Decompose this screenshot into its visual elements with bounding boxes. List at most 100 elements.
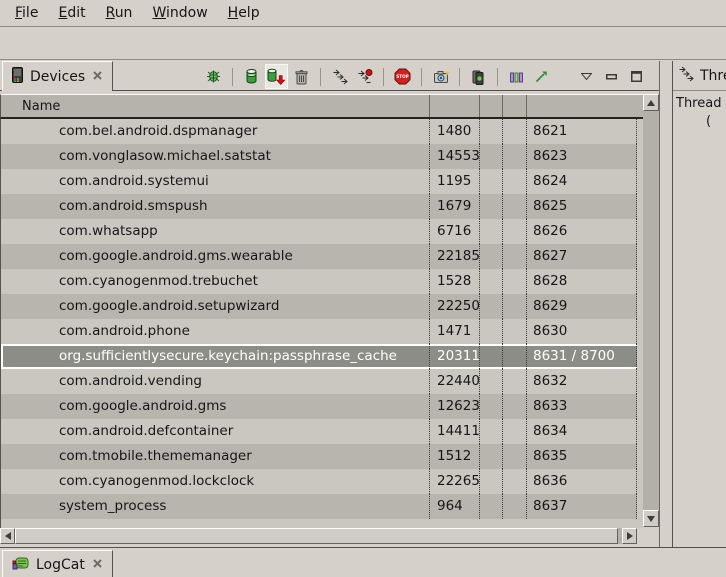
empty-cell: [503, 444, 527, 469]
pid-cell: 1480: [430, 119, 480, 144]
scroll-left-button[interactable]: [0, 528, 15, 544]
table-row[interactable]: com.android.smspush 1679 8625: [1, 194, 638, 219]
process-name-cell: com.whatsapp: [1, 219, 430, 244]
logcat-icon: [12, 555, 29, 575]
toolbar-separator: [232, 68, 233, 86]
port-cell: 8633: [527, 394, 637, 419]
table-row[interactable]: com.tmobile.thememanager 1512 8635: [1, 444, 638, 469]
close-icon[interactable]: [92, 557, 103, 573]
process-name-cell: com.cyanogenmod.trebuchet: [1, 269, 430, 294]
column-header-name[interactable]: Name: [1, 95, 430, 117]
sysinfo-icon[interactable]: [506, 65, 527, 88]
maximize-icon[interactable]: [626, 65, 647, 88]
port-cell: 8621: [527, 119, 637, 144]
menu-item[interactable]: Run: [101, 3, 138, 23]
process-name-cell: com.android.smspush: [1, 194, 430, 219]
table-body: com.bel.android.dspmanager 1480 8621 com…: [0, 119, 643, 528]
port-cell: 8627: [527, 244, 637, 269]
table-row[interactable]: com.android.vending 22440 8632: [1, 369, 638, 394]
svg-text:STOP: STOP: [396, 74, 409, 79]
port-cell: 8624: [527, 169, 637, 194]
toolbar-separator: [497, 68, 498, 86]
menu-item[interactable]: File: [10, 3, 43, 23]
close-icon[interactable]: [92, 69, 103, 85]
pid-cell: 20311: [430, 344, 480, 369]
devices-tab-row: Devices: [0, 61, 659, 91]
pid-cell: 964: [430, 494, 480, 519]
table-row[interactable]: com.cyanogenmod.trebuchet 1528 8628: [1, 269, 638, 294]
chart-icon[interactable]: [531, 65, 552, 88]
port-cell: 8634: [527, 419, 637, 444]
screen-record-icon[interactable]: [468, 65, 489, 88]
table-row[interactable]: com.google.android.gms 12623 8633: [1, 394, 638, 419]
tab-threads-label: Threads: [700, 68, 726, 84]
empty-cell: [480, 144, 503, 169]
table-row[interactable]: com.android.defcontainer 14411 8634: [1, 419, 638, 444]
empty-cell: [480, 219, 503, 244]
empty-cell: [480, 494, 503, 519]
menu-item[interactable]: Edit: [53, 3, 90, 23]
threads-message-line2: (: [676, 113, 726, 131]
port-cell: 8630: [527, 319, 637, 344]
process-name-cell: com.vonglasow.michael.satstat: [1, 144, 430, 169]
update-threads-icon[interactable]: [329, 65, 350, 88]
column-header-port[interactable]: [527, 95, 643, 117]
scroll-right-button[interactable]: [622, 528, 637, 544]
horizontal-scrollbar[interactable]: [0, 528, 637, 544]
empty-cell: [503, 119, 527, 144]
tab-threads[interactable]: Threads: [673, 61, 726, 91]
threads-message-line1: Thread up: [676, 95, 726, 113]
port-cell: 8636: [527, 469, 637, 494]
table-row[interactable]: com.whatsapp 6716 8626: [1, 219, 638, 244]
table-row[interactable]: com.cyanogenmod.lockclock 22265 8636: [1, 469, 638, 494]
table-row[interactable]: org.sufficientlysecure.keychain:passphra…: [1, 344, 642, 369]
port-cell: 8628: [527, 269, 637, 294]
port-cell: 8631 / 8700: [527, 344, 637, 369]
empty-cell: [503, 419, 527, 444]
empty-cell: [480, 469, 503, 494]
table-row[interactable]: com.android.phone 1471 8630: [1, 319, 638, 344]
port-cell: 8637: [527, 494, 637, 519]
menu-item[interactable]: Help: [223, 3, 265, 23]
start-profiling-icon[interactable]: [354, 65, 375, 88]
tab-logcat[interactable]: LogCat: [2, 550, 113, 577]
empty-cell: [503, 144, 527, 169]
empty-toolbar-strip: [0, 28, 726, 60]
process-name-cell: com.google.android.gms: [1, 394, 430, 419]
column-header-empty1[interactable]: [480, 95, 503, 117]
toolbar-separator: [459, 68, 460, 86]
empty-cell: [480, 269, 503, 294]
port-cell: 8629: [527, 294, 637, 319]
empty-cell: [503, 194, 527, 219]
process-name-cell: com.android.phone: [1, 319, 430, 344]
column-header-empty2[interactable]: [503, 95, 527, 117]
stop-process-icon[interactable]: STOP: [392, 65, 413, 88]
menu-item[interactable]: Window: [147, 3, 212, 23]
port-cell: 8623: [527, 144, 637, 169]
screen-capture-icon[interactable]: [430, 65, 451, 88]
scroll-down-button[interactable]: [643, 510, 659, 527]
table-row[interactable]: com.bel.android.dspmanager 1480 8621: [1, 119, 638, 144]
debug-icon[interactable]: [203, 65, 224, 88]
port-cell: 8626: [527, 219, 637, 244]
scroll-up-button[interactable]: [643, 94, 659, 111]
table-row[interactable]: com.android.systemui 1195 8624: [1, 169, 638, 194]
column-header-pid[interactable]: [430, 95, 480, 117]
table-row[interactable]: com.vonglasow.michael.satstat 14553 8623: [1, 144, 638, 169]
horizontal-scroll-thumb[interactable]: [15, 528, 618, 544]
view-menu-icon[interactable]: [576, 65, 597, 88]
dump-hprof-icon[interactable]: [266, 65, 287, 88]
main-area: Devices: [0, 61, 726, 547]
minimize-icon[interactable]: [601, 65, 622, 88]
update-heap-icon[interactable]: [241, 65, 262, 88]
table-row[interactable]: com.google.android.setupwizard 22250 862…: [1, 294, 638, 319]
empty-cell: [480, 444, 503, 469]
vertical-scrollbar[interactable]: [643, 94, 659, 527]
tab-devices[interactable]: Devices: [2, 61, 113, 91]
cause-gc-icon[interactable]: [291, 65, 312, 88]
table-row[interactable]: system_process 964 8637: [1, 494, 638, 519]
empty-cell: [480, 344, 503, 369]
pid-cell: 14411: [430, 419, 480, 444]
table-row[interactable]: com.google.android.gms.wearable 22185 86…: [1, 244, 638, 269]
empty-cell: [503, 319, 527, 344]
